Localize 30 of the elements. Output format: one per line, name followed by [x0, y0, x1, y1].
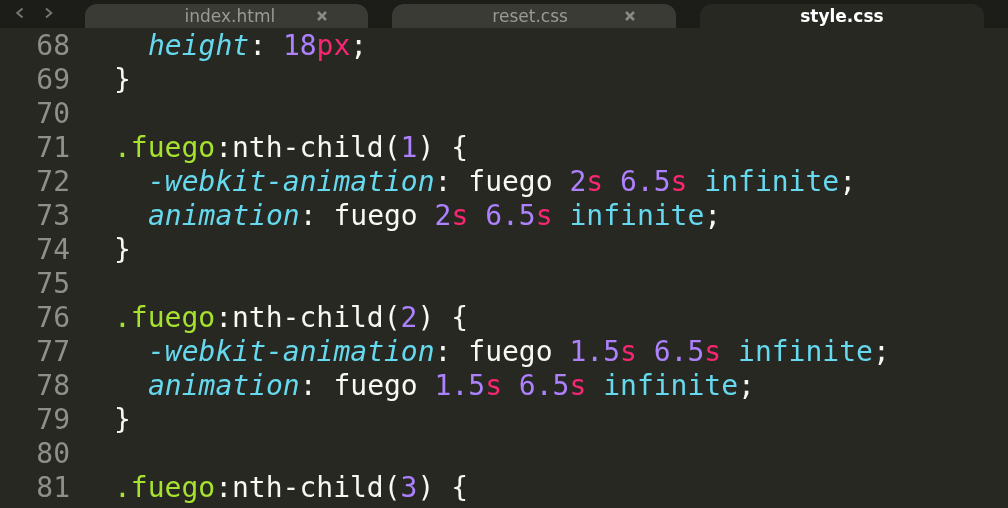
code-line: .fuego:nth-child(1) { — [114, 130, 469, 164]
close-icon[interactable] — [316, 10, 329, 22]
code-line: -webkit-animation: fuego 1.5s 6.5s infinite; — [148, 334, 890, 368]
line-number: 74 — [35, 232, 70, 266]
line-number: 78 — [35, 368, 70, 402]
line-number: 72 — [35, 164, 70, 198]
file-tab[interactable]: reset.css — [392, 4, 677, 28]
line-number: 75 — [35, 266, 70, 300]
line-number: 80 — [35, 436, 70, 470]
line-number: 79 — [35, 402, 70, 436]
code-line: animation: fuego 2s 6.5s infinite; — [148, 198, 722, 232]
line-number: 71 — [35, 130, 70, 164]
file-tab[interactable]: index.html — [84, 4, 369, 28]
code-line: } — [114, 402, 131, 436]
close-icon[interactable] — [624, 10, 637, 22]
line-number: 73 — [35, 198, 70, 232]
code-line: animation: fuego 1.5s 6.5s infinite; — [148, 368, 755, 402]
line-number: 68 — [35, 28, 70, 62]
code-line: } — [114, 62, 131, 96]
code-line: } — [114, 232, 131, 266]
line-number: 69 — [35, 62, 70, 96]
code-line: .fuego:nth-child(2) { — [114, 300, 469, 334]
code-line: -webkit-animation: fuego 2s 6.5s infinite; — [148, 164, 857, 198]
line-number: 77 — [35, 334, 70, 368]
code-line: height: 18px; — [148, 28, 368, 62]
line-number: 81 — [35, 470, 70, 504]
line-number: 76 — [35, 300, 70, 334]
file-tab[interactable]: style.css — [700, 4, 984, 28]
code-line: .fuego:nth-child(3) { — [114, 470, 469, 504]
line-number: 70 — [35, 96, 70, 130]
